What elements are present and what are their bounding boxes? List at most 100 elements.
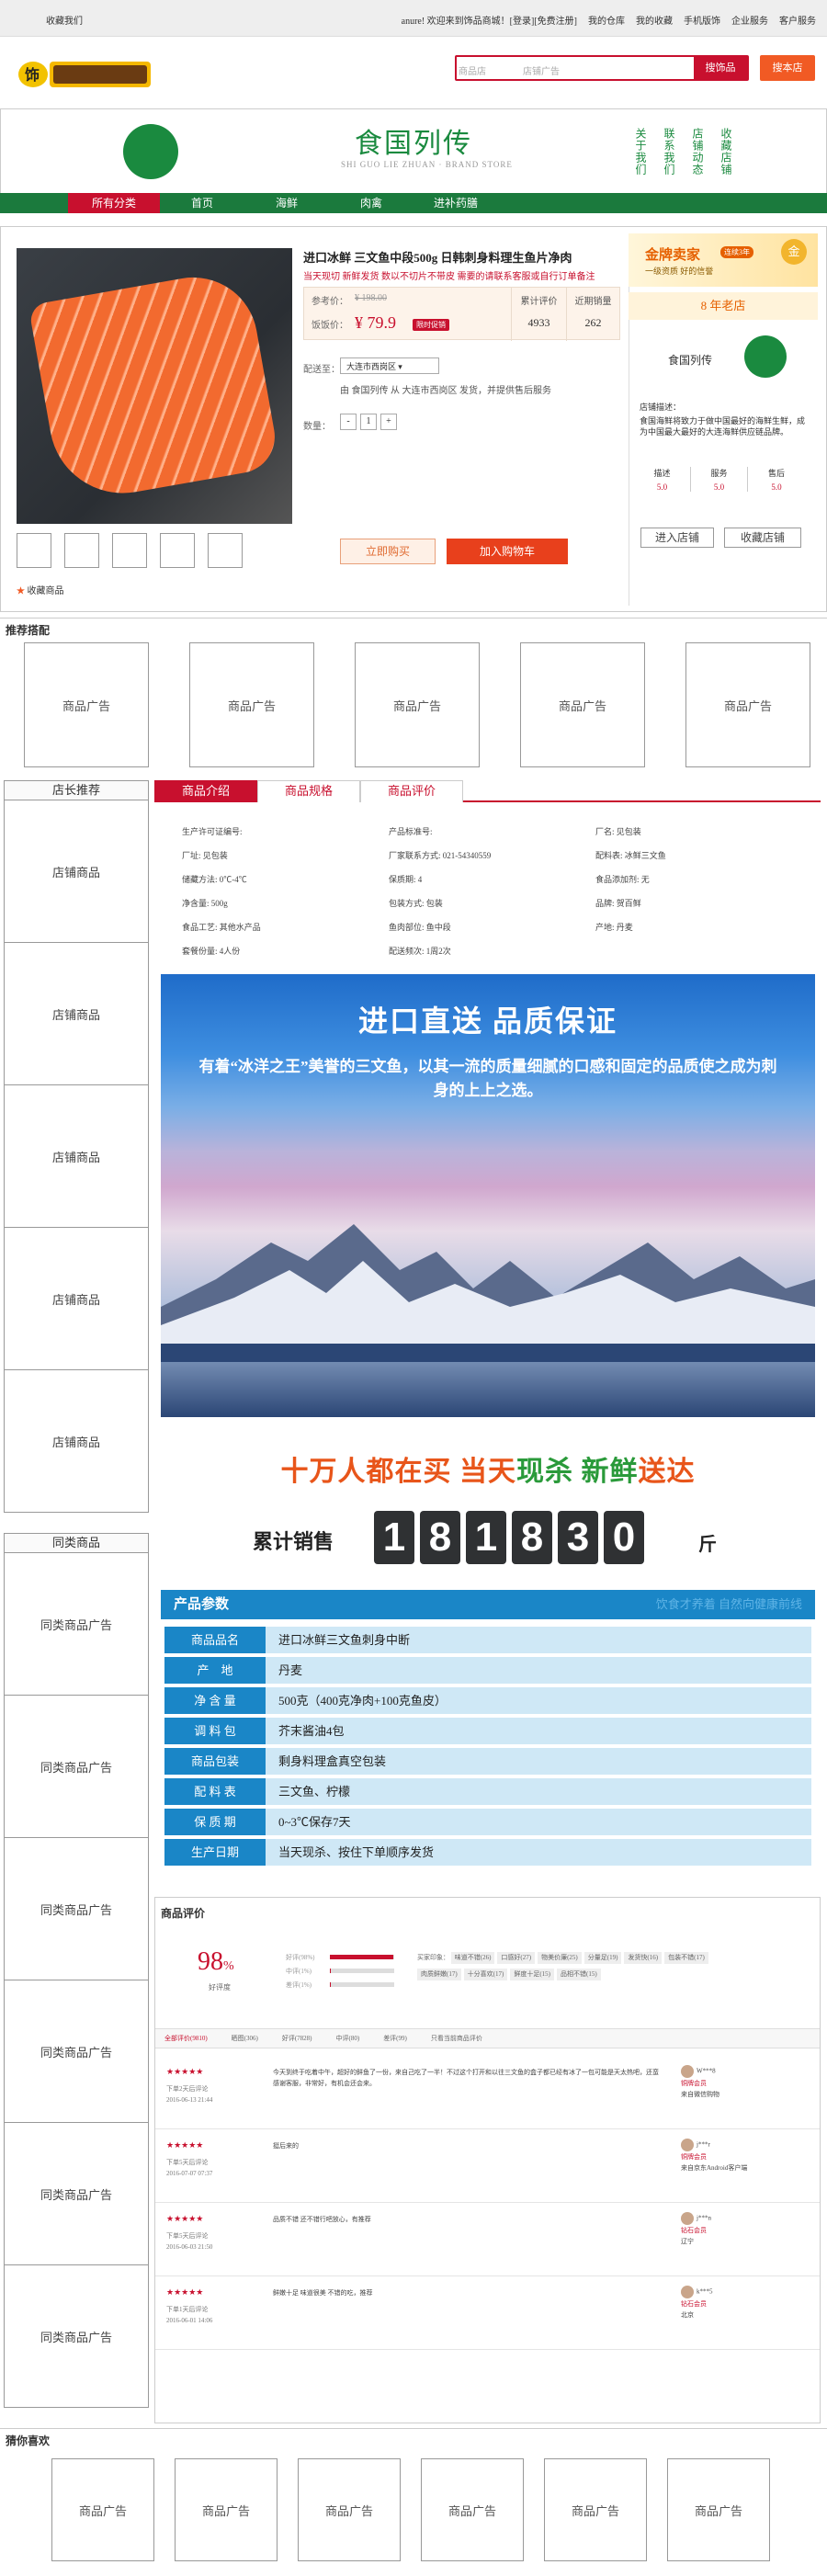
impression-tag[interactable]: 肉质鲜嫩(17) — [417, 1969, 461, 1980]
product-ad[interactable]: 商品广告 — [24, 642, 149, 767]
quantity-input[interactable]: 1 — [360, 414, 377, 430]
shop-nav: 所有分类 首页 海鲜 肉禽 进补药膳 — [0, 193, 827, 213]
my-warehouse-link[interactable]: 我的仓库 — [588, 13, 625, 27]
product-ad[interactable]: 商品广告 — [51, 2458, 154, 2561]
search-input[interactable] — [457, 57, 686, 79]
tab-intro[interactable]: 商品介绍 — [154, 780, 257, 802]
product-ad[interactable]: 商品广告 — [667, 2458, 770, 2561]
thumbnail[interactable] — [112, 533, 147, 568]
product-ad[interactable]: 商品广告 — [355, 642, 480, 767]
add-to-cart-button[interactable]: 加入购物车 — [447, 539, 568, 564]
shop-item[interactable]: 店铺商品 — [4, 1084, 149, 1228]
review-tab-good[interactable]: 好评(7828) — [282, 2029, 312, 2048]
param-value: 进口冰鲜三文鱼刺身中断 — [266, 1627, 811, 1653]
quantity-plus-button[interactable]: + — [380, 414, 397, 430]
nav-all-categories[interactable]: 所有分类 — [68, 193, 160, 213]
impression-tag[interactable]: 物美价廉(25) — [538, 1952, 582, 1964]
thumbnail[interactable] — [64, 533, 99, 568]
product-ad[interactable]: 商品广告 — [421, 2458, 524, 2561]
shop-item[interactable]: 店铺商品 — [4, 800, 149, 943]
nav-meat[interactable]: 肉禽 — [329, 193, 414, 213]
avatar — [681, 2065, 694, 2078]
bookmark-link[interactable]: 收藏我们 — [46, 13, 83, 27]
impression-tag[interactable]: 十分喜欢(17) — [463, 1969, 508, 1980]
product-main-image[interactable] — [17, 248, 292, 524]
tab-reviews[interactable]: 商品评价 — [360, 780, 463, 802]
impression-tag[interactable]: 包装不错(17) — [664, 1952, 708, 1964]
product-ad[interactable]: 商品广告 — [175, 2458, 278, 2561]
shop-logo-icon — [123, 124, 178, 179]
similar-item[interactable]: 同类商品广告 — [4, 2122, 149, 2265]
score-aftersale: 售后 5.0 — [748, 467, 805, 492]
impression-tag[interactable]: 味道不错(26) — [450, 1952, 495, 1964]
search-tab-product[interactable]: 商品店 — [459, 63, 486, 77]
recommend-ads: 商品广告 商品广告 商品广告 商品广告 商品广告 — [24, 642, 810, 767]
impression-tag[interactable]: 发货快(16) — [624, 1952, 663, 1964]
shop-item[interactable]: 店铺商品 — [4, 1369, 149, 1513]
shipping-region-select[interactable]: 大连市西岗区 ▾ — [340, 357, 439, 374]
product-ad[interactable]: 商品广告 — [520, 642, 645, 767]
quantity-minus-button[interactable]: - — [340, 414, 357, 430]
contact-us-link[interactable]: 联系我们 — [662, 128, 677, 176]
attr-item: 产品标准号: — [389, 827, 433, 836]
review-tab-all[interactable]: 全部评价(9810) — [164, 2029, 208, 2048]
buy-now-button[interactable]: 立即购买 — [340, 539, 436, 564]
tab-spec[interactable]: 商品规格 — [257, 780, 360, 802]
welcome-login-link[interactable]: anure! 欢迎来到饰品商城！[登录][免费注册] — [402, 13, 577, 27]
similar-item[interactable]: 同类商品广告 — [4, 1552, 149, 1696]
customer-service-link[interactable]: 客户服务 — [779, 13, 816, 27]
similar-item[interactable]: 同类商品广告 — [4, 1695, 149, 1838]
rating-bars: 好评(98%) 中评(1%) 差评(1%) — [286, 1951, 315, 1992]
similar-item[interactable]: 同类商品广告 — [4, 1837, 149, 1980]
search-button[interactable]: 搜饰品 — [694, 57, 747, 79]
shop-news-link[interactable]: 店铺动态 — [690, 128, 706, 176]
review-location: 辽宁 — [681, 2238, 694, 2245]
review-tab-bad[interactable]: 差评(99) — [383, 2029, 407, 2048]
similar-item[interactable]: 同类商品广告 — [4, 2264, 149, 2408]
product-ad[interactable]: 商品广告 — [685, 642, 810, 767]
impression-tag[interactable]: 鲜度十足(15) — [510, 1969, 555, 1980]
site-logo[interactable]: 饰 — [17, 51, 154, 95]
enter-shop-button[interactable]: 进入店铺 — [640, 528, 714, 548]
collect-shop-link[interactable]: 收藏店铺 — [719, 128, 734, 176]
shop-item[interactable]: 店铺商品 — [4, 1227, 149, 1370]
enterprise-link[interactable]: 企业服务 — [731, 13, 768, 27]
review-date: 2016-06-01 14:06 — [166, 2317, 213, 2324]
nav-seafood[interactable]: 海鲜 — [244, 193, 329, 213]
thumbnail[interactable] — [17, 533, 51, 568]
param-value: 芥末酱油4包 — [266, 1718, 811, 1744]
nav-home[interactable]: 首页 — [160, 193, 244, 213]
search-store-button[interactable]: 搜本店 — [760, 55, 815, 81]
product-ad[interactable]: 商品广告 — [189, 642, 314, 767]
thumbnail[interactable] — [160, 533, 195, 568]
collect-shop-button[interactable]: 收藏店铺 — [724, 528, 801, 548]
score-value: 5.0 — [656, 482, 668, 492]
product-ad[interactable]: 商品广告 — [298, 2458, 401, 2561]
mobile-link[interactable]: 手机版饰 — [684, 13, 720, 27]
review-tab-current-only[interactable]: 只看当前商品评价 — [431, 2029, 482, 2048]
about-us-link[interactable]: 关于我们 — [633, 128, 649, 176]
review-username: W***8 — [697, 2067, 716, 2075]
similar-title: 同类商品 — [4, 1533, 149, 1553]
my-favorites-link[interactable]: 我的收藏 — [636, 13, 673, 27]
impression-tag[interactable]: 口感好(27) — [497, 1952, 536, 1964]
impression-tag[interactable]: 品相不错(15) — [557, 1969, 601, 1980]
review-meta-line: 下单5天后评论 — [166, 2159, 209, 2166]
thumbnail[interactable] — [208, 533, 243, 568]
favorite-product[interactable]: ★ 收藏商品 — [17, 583, 63, 596]
shop-subtitle: SHI GUO LIE ZHUAN · BRAND STORE — [341, 160, 513, 169]
promo-badge: 限时促销 — [413, 319, 449, 331]
review-user: k***5 钻石会员 北京 — [681, 2286, 713, 2321]
hero-text: 有着“冰洋之王”美誉的三文鱼，以其一流的质量细腻的口感和固定的品质使之成为刺身的… — [198, 1058, 777, 1099]
review-tab-photos[interactable]: 晒图(306) — [232, 2029, 258, 2048]
search-tab-shop[interactable]: 店铺广告 — [523, 63, 560, 77]
impression-tag[interactable]: 分量足(19) — [583, 1952, 622, 1964]
review-tab-neutral[interactable]: 中评(80) — [336, 2029, 360, 2048]
param-key: 产 地 — [164, 1657, 266, 1684]
nav-tonic[interactable]: 进补药膳 — [414, 193, 498, 213]
shop-item[interactable]: 店铺商品 — [4, 942, 149, 1085]
similar-item[interactable]: 同类商品广告 — [4, 1980, 149, 2123]
shop-name[interactable]: 食国列传 — [668, 352, 712, 368]
product-ad[interactable]: 商品广告 — [544, 2458, 647, 2561]
review-text: 品质不错 还不错行吧放心，有推荐 — [273, 2216, 371, 2223]
